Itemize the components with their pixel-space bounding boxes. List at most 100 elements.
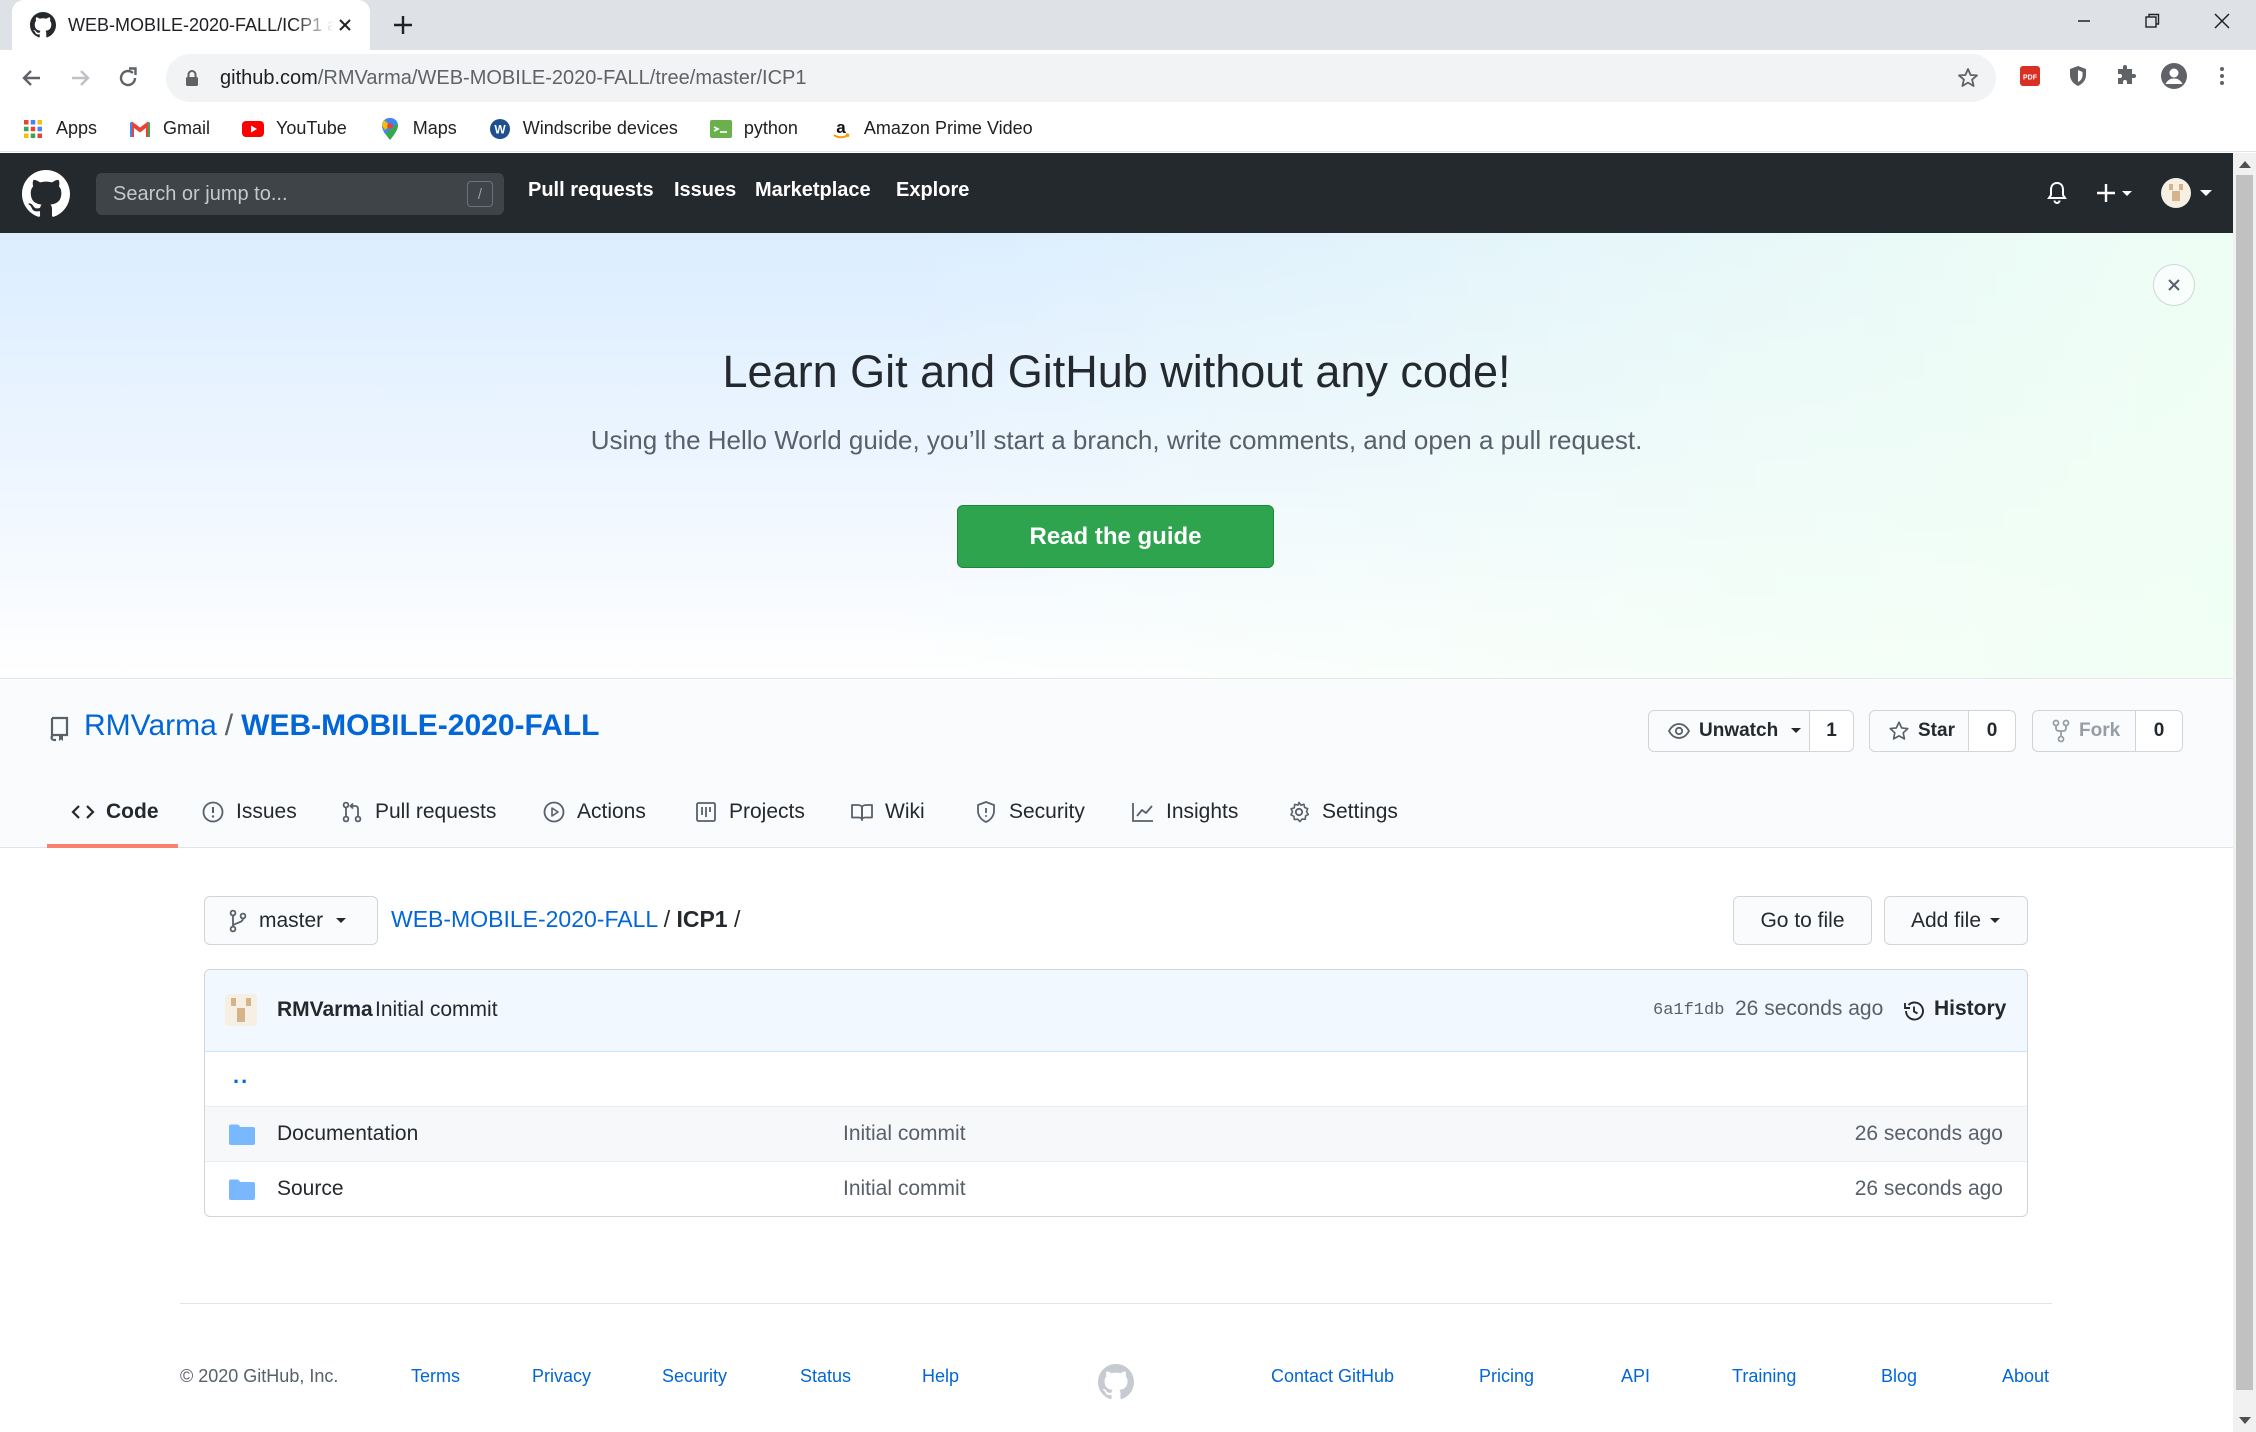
star-button[interactable]: Star [1869,710,1969,752]
tab-settings[interactable]: Settings [1287,790,1398,848]
tab-insights[interactable]: Insights [1131,790,1238,848]
fork-button[interactable]: Fork [2032,710,2136,752]
scrollbar-thumb[interactable] [2236,175,2253,1390]
fork-count[interactable]: 0 [2136,710,2183,752]
parent-directory-link[interactable]: .. [233,1063,249,1089]
url-path: /RMVarma/WEB-MOBILE-2020-FALL/tree/maste… [317,66,807,89]
banner-title: Learn Git and GitHub without any code! [722,346,1511,397]
bell-icon[interactable] [2044,180,2070,206]
star-icon [1888,720,1910,742]
footer-link-api[interactable]: API [1621,1366,1650,1387]
bookmark-apps[interactable]: Apps [22,118,97,140]
extensions-puzzle-icon[interactable] [2112,62,2140,90]
graph-icon [1131,800,1155,824]
tab-projects[interactable]: Projects [694,790,805,848]
tab-code[interactable]: Code [71,790,159,848]
tab-actions[interactable]: Actions [542,790,646,848]
nav-issues[interactable]: Issues [674,179,736,202]
bookmark-youtube[interactable]: YouTube [242,118,347,140]
profile-avatar-icon[interactable] [2160,62,2188,90]
commit-sha-link[interactable]: 6a1f1db [1653,1001,1724,1020]
footer-link-status[interactable]: Status [800,1366,851,1387]
nav-explore[interactable]: Explore [896,179,969,202]
watch-count[interactable]: 1 [1810,710,1854,752]
back-arrow-icon[interactable] [16,62,48,94]
page-scrollbar[interactable] [2233,153,2256,1432]
file-name-link[interactable]: Documentation [277,1122,418,1146]
scroll-down-arrow-icon[interactable] [2239,1417,2251,1424]
browser-tab[interactable]: WEB-MOBILE-2020-FALL/ICP1 at master · RM… [12,0,370,50]
pdf-extension-icon[interactable]: PDF [2016,62,2044,90]
footer-link-security[interactable]: Security [662,1366,727,1387]
user-avatar-menu[interactable] [2160,177,2216,209]
footer-link-terms[interactable]: Terms [411,1366,460,1387]
star-count[interactable]: 0 [1969,710,2016,752]
footer-link-contact-github[interactable]: Contact GitHub [1271,1366,1394,1387]
footer-link-help[interactable]: Help [922,1366,959,1387]
add-file-label: Add file [1910,908,1982,932]
commit-author-link[interactable]: RMVarma [277,998,373,1022]
file-name-link[interactable]: Source [277,1177,344,1201]
file-browser: RMVarma Initial commit 6a1f1db 26 second… [204,969,2028,1217]
nav-pull-requests[interactable]: Pull requests [528,179,654,202]
reload-icon[interactable] [112,62,144,94]
tab-label: Security [1009,800,1085,823]
file-row[interactable]: Documentation Initial commit 26 seconds … [205,1107,2027,1162]
github-logo-icon[interactable] [22,170,70,218]
chrome-menu-icon[interactable] [2208,62,2236,90]
file-age: 26 seconds ago [1854,1122,2003,1145]
bookmark-amazon-prime-video[interactable]: a Amazon Prime Video [830,118,1033,140]
issue-opened-icon [201,800,225,824]
commit-message-link[interactable]: Initial commit [375,998,498,1022]
footer-link-blog[interactable]: Blog [1881,1366,1917,1387]
footer-link-privacy[interactable]: Privacy [532,1366,591,1387]
bookmark-label: Apps [56,118,98,138]
restore-icon[interactable] [2132,6,2172,36]
create-new-plus-icon[interactable] [2094,180,2138,206]
tab-pull-requests[interactable]: Pull requests [340,790,496,848]
address-bar[interactable]: github.com/RMVarma/WEB-MOBILE-2020-FALL/… [166,54,1996,102]
repo-name-link[interactable]: WEB-MOBILE-2020-FALL [241,709,599,742]
file-row[interactable]: Source Initial commit 26 seconds ago [205,1162,2027,1216]
footer-link-training[interactable]: Training [1732,1366,1796,1387]
close-window-icon[interactable] [2202,6,2242,36]
forward-arrow-icon[interactable] [64,62,96,94]
history-link[interactable]: History [1934,997,2006,1021]
repo-owner-link[interactable]: RMVarma [84,709,217,742]
search-input[interactable]: Search or jump to... / [96,173,504,215]
dismiss-banner-close-icon[interactable] [2153,264,2195,306]
youtube-icon [242,118,265,140]
tab-wiki[interactable]: Wiki [850,790,925,848]
nav-marketplace[interactable]: Marketplace [755,179,871,202]
read-the-guide-button[interactable]: Read the guide [957,505,1274,568]
file-commit-message-link[interactable]: Initial commit [843,1122,966,1146]
bookmark-star-icon[interactable] [1956,66,1980,90]
bookmark-gmail[interactable]: Gmail [129,118,210,140]
tab-security[interactable]: Security [974,790,1085,848]
footer-link-about[interactable]: About [2002,1366,2049,1387]
bookmark-maps[interactable]: Maps [379,117,457,140]
scroll-up-arrow-icon[interactable] [2239,161,2251,168]
bookmark-python[interactable]: python [709,118,798,140]
committer-avatar[interactable] [225,994,257,1026]
add-file-button[interactable]: Add file [1884,896,2028,945]
branch-select-button[interactable]: master [204,896,378,945]
bookmark-windscribe[interactable]: W Windscribe devices [489,118,678,140]
new-tab-icon[interactable] [390,12,416,38]
close-tab-icon[interactable] [334,14,356,36]
fork-icon [2051,719,2071,743]
python-bookmark-icon [709,118,732,140]
footer-link-pricing[interactable]: Pricing [1479,1366,1534,1387]
unwatch-button[interactable]: Unwatch [1648,710,1810,752]
github-mark-icon[interactable] [1098,1364,1134,1400]
dropdown-caret-icon [1989,917,2001,925]
tab-label: Settings [1322,800,1398,823]
shield-extension-icon[interactable] [2064,62,2092,90]
tab-issues[interactable]: Issues [201,790,297,848]
breadcrumb-repo-link[interactable]: WEB-MOBILE-2020-FALL [391,906,657,932]
parent-directory-row[interactable]: .. [205,1052,2027,1107]
go-to-file-button[interactable]: Go to file [1733,896,1872,945]
minimize-icon[interactable] [2064,6,2104,36]
breadcrumb-current-dir: ICP1 [676,906,728,932]
file-commit-message-link[interactable]: Initial commit [843,1177,966,1201]
